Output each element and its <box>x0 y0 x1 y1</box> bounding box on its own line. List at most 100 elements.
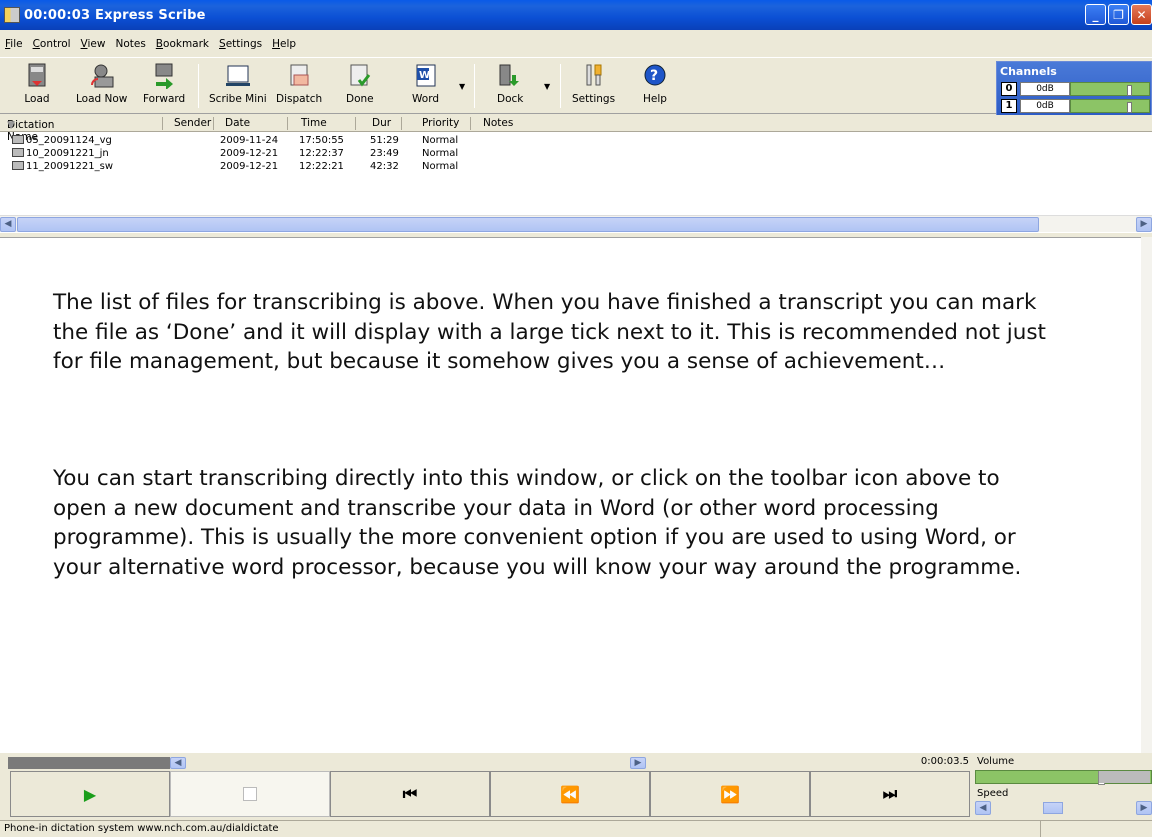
word-button[interactable]: W Word <box>412 63 439 111</box>
scroll-right-icon[interactable]: ▶ <box>1136 217 1152 232</box>
skip-to-end-icon: ⏭ <box>882 784 898 803</box>
table-row[interactable]: 05_20091124_vg 2009-11-24 17:50:55 51:29… <box>0 135 1000 148</box>
stop-button[interactable] <box>170 771 330 817</box>
play-button[interactable]: ▶ <box>10 771 170 817</box>
editor-paragraph: You can start transcribing directly into… <box>53 466 1022 580</box>
scribe-mini-button[interactable]: Scribe Mini <box>209 63 267 111</box>
channel-slider[interactable] <box>1070 98 1150 113</box>
menu-notes[interactable]: Notes <box>110 38 150 50</box>
transcription-editor[interactable]: The list of files for transcribing is ab… <box>0 237 1141 753</box>
position-bar[interactable] <box>8 757 170 769</box>
dock-icon <box>497 63 523 89</box>
column-header-date[interactable]: Date <box>225 117 250 129</box>
table-row[interactable]: 10_20091221_jn 2009-12-21 12:22:37 23:49… <box>0 148 1000 161</box>
word-dropdown-icon[interactable]: ▼ <box>459 82 465 91</box>
forward-button[interactable]: Forward <box>143 63 185 111</box>
channel-row: 0 0dB <box>1001 81 1150 96</box>
time-cell: 12:22:21 <box>299 161 344 172</box>
done-icon <box>347 63 373 89</box>
dictation-name-cell: 11_20091221_sw <box>12 161 113 172</box>
scroll-right-icon[interactable]: ▶ <box>1136 801 1152 815</box>
column-header-row: Dictation Name ▼ Sender Date Time Dur Pr… <box>0 115 1152 143</box>
priority-cell: Normal <box>422 135 459 146</box>
app-icon <box>4 7 20 23</box>
table-row[interactable]: 11_20091221_sw 2009-12-21 12:22:21 42:32… <box>0 161 1000 174</box>
rewind-icon: ⏪ <box>560 784 580 804</box>
done-button[interactable]: Done <box>346 63 374 111</box>
load-now-icon <box>89 63 115 89</box>
skip-to-start-button[interactable]: ⏮ <box>330 771 490 817</box>
speed-slider[interactable]: ◀ ▶ <box>975 801 1152 816</box>
audio-file-icon <box>12 161 24 170</box>
load-button[interactable]: Load <box>24 63 50 111</box>
dictation-name-cell: 05_20091124_vg <box>12 135 112 146</box>
restore-button[interactable]: ❐ <box>1108 4 1129 25</box>
zoom-scroll[interactable]: ◀ <box>170 757 204 769</box>
date-cell: 2009-12-21 <box>220 161 279 172</box>
help-button[interactable]: ? Help <box>642 63 668 111</box>
settings-button[interactable]: Settings <box>572 63 615 111</box>
scroll-right-icon[interactable]: ▶ <box>630 757 646 769</box>
volume-speed-panel: Volume Speed ◀ ▶ <box>973 754 1152 819</box>
time-cell: 12:22:37 <box>299 148 344 159</box>
audio-file-icon <box>12 148 24 157</box>
dispatch-icon <box>286 63 312 89</box>
fast-forward-icon: ⏩ <box>720 784 740 804</box>
scroll-left-icon[interactable]: ◀ <box>975 801 991 815</box>
skip-to-end-button[interactable]: ⏭ <box>810 771 970 817</box>
transport-controls: ▶ ⏮ ⏪ ⏩ ⏭ <box>10 771 973 817</box>
column-header-notes[interactable]: Notes <box>483 117 513 129</box>
fast-forward-button[interactable]: ⏩ <box>650 771 810 817</box>
dictation-list: Dictation Name ▼ Sender Date Time Dur Pr… <box>0 115 1152 233</box>
minimize-button[interactable]: _ <box>1085 4 1106 25</box>
dock-button[interactable]: Dock <box>497 63 523 111</box>
column-header-time[interactable]: Time <box>301 117 327 129</box>
rewind-button[interactable]: ⏪ <box>490 771 650 817</box>
menu-file[interactable]: File <box>0 38 28 50</box>
play-icon: ▶ <box>83 784 97 804</box>
close-button[interactable]: ✕ <box>1131 4 1152 25</box>
editor-vscrollbar[interactable] <box>1141 237 1152 753</box>
channel-number: 1 <box>1001 98 1017 113</box>
file-list-hscrollbar[interactable]: ◀ ▶ <box>0 215 1152 232</box>
priority-cell: Normal <box>422 161 459 172</box>
stop-icon <box>243 787 257 801</box>
channels-panel: Channels 0 0dB 1 0dB <box>996 61 1152 118</box>
toolbar: Load Load Now Forward Scribe Mini Dispat… <box>0 57 1152 114</box>
dispatch-button[interactable]: Dispatch <box>276 63 322 111</box>
window-title: 00:00:03 Express Scribe <box>24 7 206 23</box>
dur-cell: 51:29 <box>370 135 399 146</box>
speed-thumb[interactable] <box>1043 802 1063 814</box>
sort-arrow-icon: ▼ <box>7 119 16 131</box>
date-cell: 2009-11-24 <box>220 135 279 146</box>
audio-file-icon <box>12 135 24 144</box>
column-header-sender[interactable]: Sender <box>174 117 211 129</box>
menu-bar: File Control View Notes Bookmark Setting… <box>0 34 301 54</box>
dock-dropdown-icon[interactable]: ▼ <box>544 82 550 91</box>
menu-settings[interactable]: Settings <box>214 38 267 50</box>
volume-label: Volume <box>977 756 1015 767</box>
channel-level: 0dB <box>1020 98 1070 113</box>
menu-view[interactable]: View <box>76 38 111 50</box>
time-readout: 0:00:03.5 <box>920 756 969 767</box>
channel-row: 1 0dB <box>1001 98 1150 113</box>
channels-title: Channels <box>1000 65 1057 78</box>
skip-to-start-icon: ⏮ <box>402 784 418 803</box>
load-now-button[interactable]: Load Now <box>76 63 127 111</box>
svg-text:?: ? <box>650 68 658 84</box>
menu-bookmark[interactable]: Bookmark <box>151 38 214 50</box>
scroll-left-icon[interactable]: ◀ <box>170 757 186 769</box>
channel-slider[interactable] <box>1070 81 1150 96</box>
dur-cell: 23:49 <box>370 148 399 159</box>
menu-control[interactable]: Control <box>28 38 76 50</box>
status-text: Phone-in dictation system www.nch.com.au… <box>4 823 279 834</box>
scroll-left-icon[interactable]: ◀ <box>0 217 16 232</box>
dictation-name-cell: 10_20091221_jn <box>12 148 109 159</box>
scribe-mini-icon <box>225 63 251 89</box>
column-header-dur[interactable]: Dur <box>372 117 391 129</box>
column-header-priority[interactable]: Priority <box>422 117 459 129</box>
position-row: ◀ ▶ 0:00:03.5 <box>0 756 973 771</box>
scroll-thumb[interactable] <box>17 217 1039 232</box>
menu-help[interactable]: Help <box>267 38 301 50</box>
speed-label: Speed <box>977 788 1009 799</box>
